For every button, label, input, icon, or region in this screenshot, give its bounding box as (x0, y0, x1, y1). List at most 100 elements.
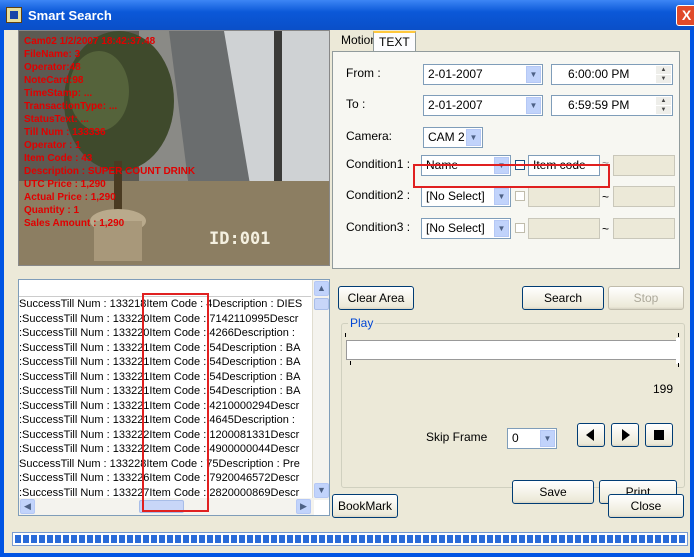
from-time-value: 6:00:00 PM (568, 67, 630, 81)
condition3-text-input[interactable] (528, 218, 600, 239)
camera-id-label: ID:001 (209, 229, 271, 249)
from-time-field[interactable]: 6:00:00 PM ▲ ▼ (551, 64, 673, 85)
osd-line: TimeStamp: ... (24, 88, 93, 99)
slider-tick (350, 361, 351, 365)
slider-tick (345, 333, 346, 337)
slider-tick (678, 333, 679, 337)
slider-knob[interactable] (676, 338, 680, 364)
condition3-tilde: ~ (602, 222, 610, 236)
camera-label: Camera: (346, 129, 393, 143)
scroll-thumb[interactable] (314, 298, 329, 310)
condition3-select[interactable]: [No Select] ▼ (421, 218, 511, 239)
from-label: From : (346, 66, 381, 80)
condition1-label: Condition1 : (346, 157, 411, 171)
stop-playback-button[interactable] (645, 423, 673, 447)
osd-line: UTC Price : 1,290 (24, 179, 106, 190)
osd-line: FileName: 3 (24, 49, 81, 60)
playback-slider[interactable] (346, 338, 680, 364)
search-button[interactable]: Search (522, 286, 604, 310)
save-button[interactable]: Save (512, 480, 594, 504)
chevron-down-icon[interactable]: ▼ (540, 430, 555, 447)
osd-line: Operator:48 (24, 62, 81, 73)
skip-frame-label: Skip Frame (426, 430, 488, 444)
chevron-down-icon[interactable]: ▼ (494, 188, 509, 205)
to-time-value: 6:59:59 PM (568, 98, 630, 112)
camera-value: CAM 2 (428, 130, 465, 144)
log-vertical-scrollbar[interactable]: ▲ ▼ (312, 280, 329, 500)
spin-down-icon[interactable]: ▼ (656, 75, 671, 83)
title-bar[interactable]: Smart Search X (0, 0, 694, 30)
osd-line: NoteCard:98 (24, 75, 84, 86)
to-date-value: 2-01-2007 (428, 98, 483, 112)
osd-line: StatusText: ... (24, 114, 89, 125)
to-date-picker[interactable]: 2-01-2007 ▼ (423, 95, 543, 116)
from-date-value: 2-01-2007 (428, 67, 483, 81)
next-triangle-icon (622, 429, 630, 441)
osd-line: Quantity : 1 (24, 205, 80, 216)
scroll-right-icon[interactable]: ▶ (296, 499, 311, 514)
condition2-checkbox[interactable] (515, 191, 525, 201)
prev-triangle-icon (586, 429, 594, 441)
condition1-to-input[interactable] (613, 155, 675, 176)
chevron-down-icon[interactable]: ▼ (526, 97, 541, 114)
app-icon (6, 7, 22, 23)
to-time-field[interactable]: 6:59:59 PM ▲ ▼ (551, 95, 673, 116)
from-date-picker[interactable]: 2-01-2007 ▼ (423, 64, 543, 85)
search-tabs: Motion TEXT From : 2-01-2007 ▼ 6:00:00 PM… (330, 30, 682, 270)
progress-bar (12, 532, 688, 546)
play-legend: Play (348, 316, 376, 330)
prev-frame-button[interactable] (577, 423, 605, 447)
close-button[interactable]: Close (608, 494, 684, 518)
slider-max-label: 199 (653, 382, 674, 396)
spin-up-icon[interactable]: ▲ (656, 66, 671, 74)
osd-line: Description : SUPER COUNT DRINK (24, 166, 196, 177)
osd-line: TransactionType: ... (24, 101, 118, 112)
condition2-label: Condition2 : (346, 188, 411, 202)
scroll-down-icon[interactable]: ▼ (314, 483, 329, 498)
skip-frame-value: 0 (512, 431, 519, 445)
client-area: Cam02 1/2/2007 18:42:37.48 FileName: 3 Ope… (4, 30, 690, 553)
osd-line: Till Num : 133336 (24, 127, 106, 138)
condition2-text-input[interactable] (528, 186, 600, 207)
osd-line: Sales Amount : 1,290 (24, 218, 125, 229)
condition1-highlight (413, 164, 610, 188)
condition3-label: Condition3 : (346, 220, 411, 234)
spin-down-icon[interactable]: ▼ (656, 106, 671, 114)
chevron-down-icon[interactable]: ▼ (526, 66, 541, 83)
close-window-button[interactable]: X (676, 5, 694, 26)
osd-line: Item Code : 43 (24, 153, 93, 164)
spin-up-icon[interactable]: ▲ (656, 97, 671, 105)
tab-text[interactable]: TEXT (373, 31, 416, 52)
next-frame-button[interactable] (611, 423, 639, 447)
condition3-checkbox[interactable] (515, 223, 525, 233)
scroll-up-icon[interactable]: ▲ (314, 281, 329, 296)
condition2-to-input[interactable] (613, 186, 675, 207)
to-label: To : (346, 97, 366, 111)
condition2-tilde: ~ (602, 190, 610, 204)
stop-button[interactable]: Stop (608, 286, 684, 310)
video-osd-text: Cam02 1/2/2007 18:42:37.48 FileName: 3 Ope… (24, 35, 195, 230)
item-code-highlight (142, 293, 209, 512)
chevron-down-icon[interactable]: ▼ (494, 220, 509, 237)
clear-area-button[interactable]: Clear Area (338, 286, 414, 310)
bookmark-button[interactable]: BookMark (332, 494, 398, 518)
condition2-value: [No Select] (426, 189, 485, 203)
chevron-down-icon[interactable]: ▼ (466, 129, 481, 146)
stop-square-icon (654, 430, 664, 440)
osd-line: Cam02 1/2/2007 18:42:37.48 (24, 36, 156, 47)
osd-line: Actual Price : 1,290 (24, 192, 116, 203)
smart-search-window: Smart Search X Cam02 1/2/2007 18:42:37.4… (0, 0, 694, 557)
text-tab-panel: From : 2-01-2007 ▼ 6:00:00 PM ▲ ▼ To : 2-01… (332, 51, 680, 269)
skip-frame-select[interactable]: 0 ▼ (507, 428, 557, 449)
scroll-left-icon[interactable]: ◀ (20, 499, 35, 514)
condition2-select[interactable]: [No Select] ▼ (421, 186, 511, 207)
condition3-to-input[interactable] (613, 218, 675, 239)
slider-tick (678, 363, 679, 367)
play-group: Play 199 Skip Frame 0 ▼ Save Print (341, 316, 685, 504)
window-title: Smart Search (28, 8, 112, 23)
osd-line: Operator : 1 (24, 140, 81, 151)
progress-fill (15, 535, 687, 543)
camera-select[interactable]: CAM 2 ▼ (423, 127, 483, 148)
condition3-value: [No Select] (426, 221, 485, 235)
video-preview: Cam02 1/2/2007 18:42:37.48 FileName: 3 Ope… (18, 30, 330, 266)
